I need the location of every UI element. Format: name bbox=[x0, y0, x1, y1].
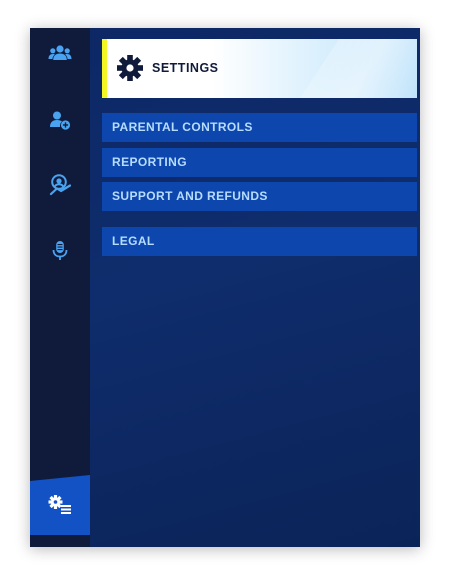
menu-item-support-and-refunds[interactable]: SUPPORT AND REFUNDS bbox=[102, 182, 417, 211]
header-decoration bbox=[300, 39, 417, 98]
voice-chat-icon[interactable] bbox=[45, 236, 75, 266]
page-title: SETTINGS bbox=[152, 61, 219, 75]
settings-header: SETTINGS bbox=[102, 39, 417, 98]
menu-item-parental-controls[interactable]: PARENTAL CONTROLS bbox=[102, 113, 417, 142]
main-area bbox=[90, 28, 420, 547]
add-friend-icon[interactable] bbox=[45, 105, 75, 135]
gear-icon bbox=[117, 55, 143, 81]
party-icon[interactable] bbox=[45, 170, 75, 200]
settings-panel: SETTINGS PARENTAL CONTROLS REPORTING SUP… bbox=[30, 28, 420, 547]
header-accent-bar bbox=[102, 39, 107, 98]
friends-icon[interactable] bbox=[45, 38, 75, 68]
sidebar-rail bbox=[30, 28, 90, 547]
settings-list-icon[interactable] bbox=[30, 475, 90, 535]
menu-item-reporting[interactable]: REPORTING bbox=[102, 148, 417, 177]
menu-item-legal[interactable]: LEGAL bbox=[102, 227, 417, 256]
